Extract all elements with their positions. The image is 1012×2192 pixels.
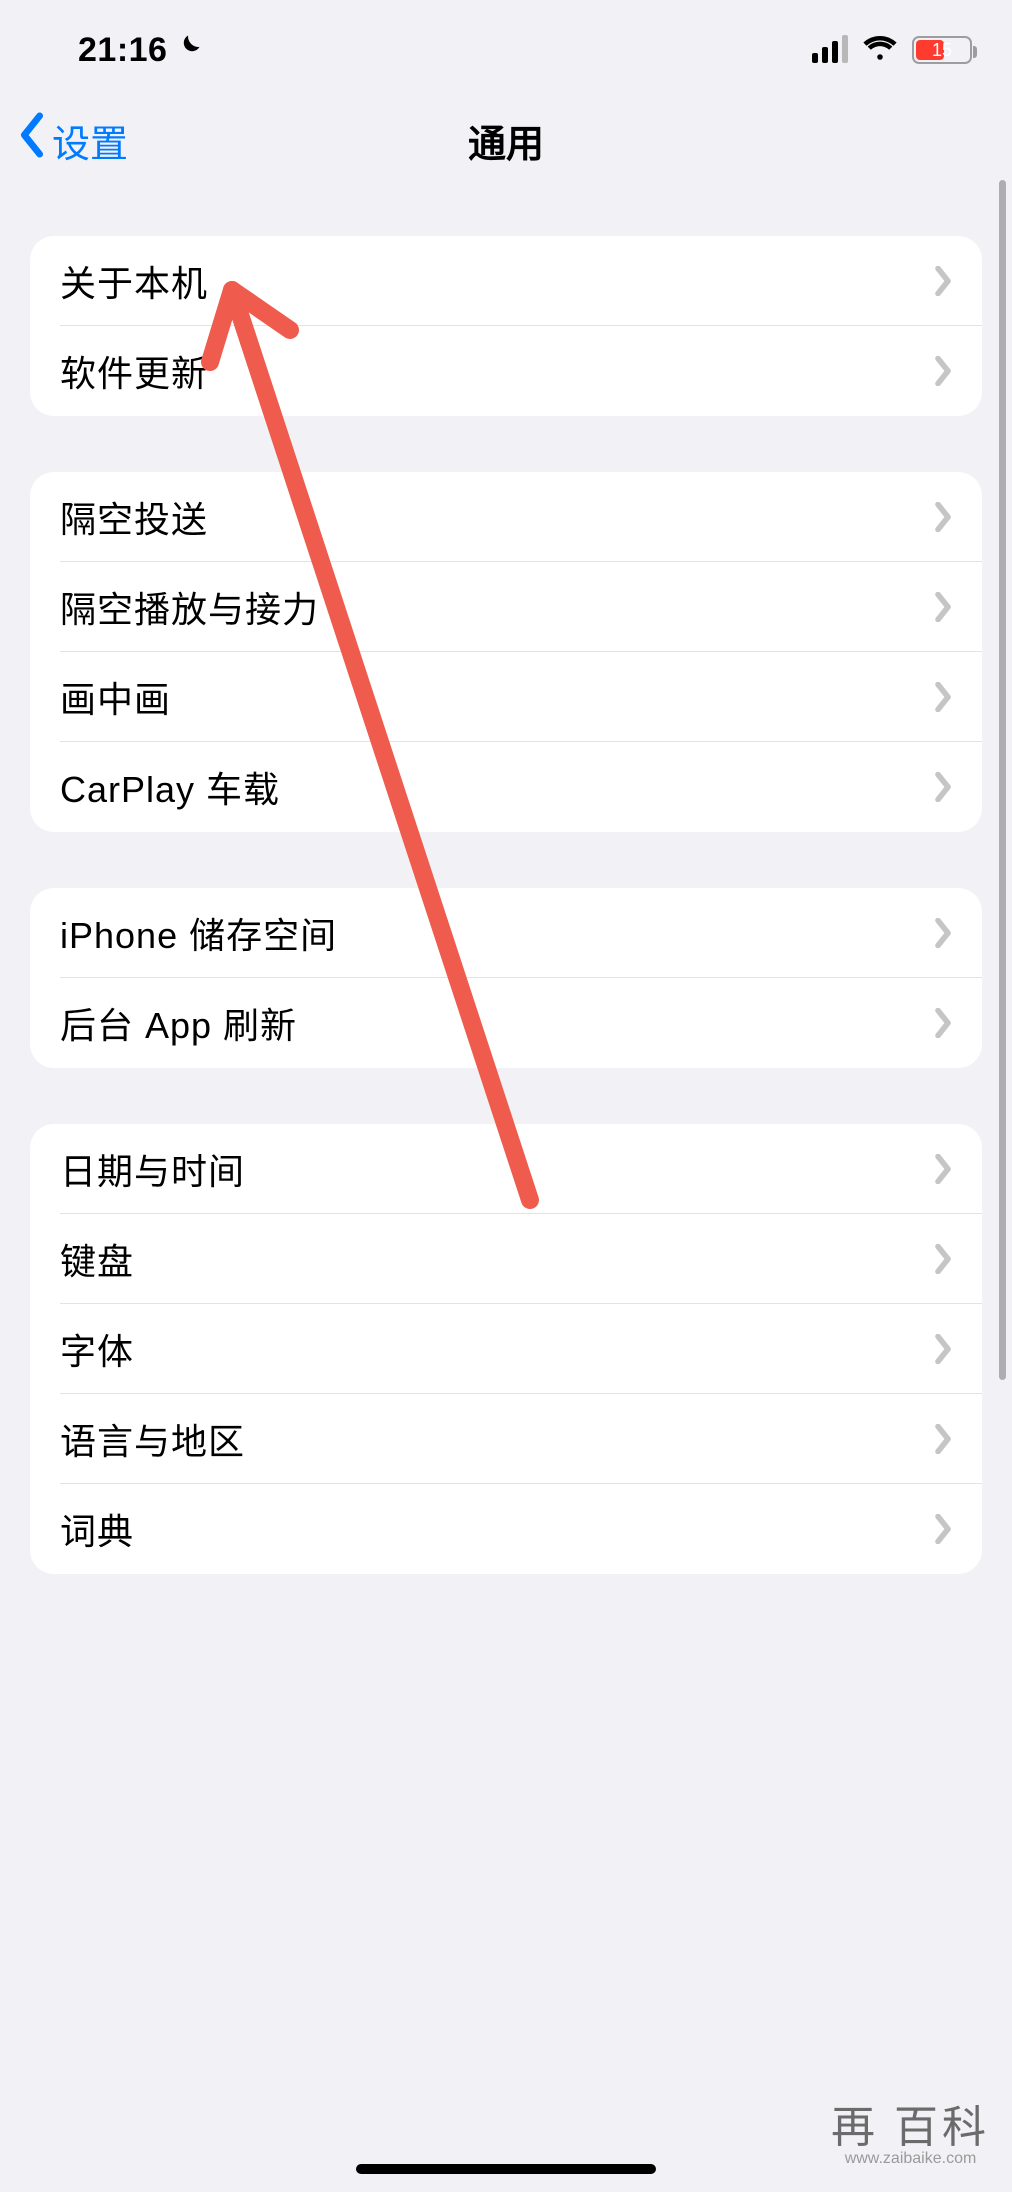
chevron-right-icon — [934, 502, 952, 532]
dnd-moon-icon — [175, 32, 203, 68]
row-label: 语言与地区 — [60, 1413, 245, 1465]
wifi-icon — [862, 34, 898, 67]
row-label: 关于本机 — [60, 255, 208, 307]
watermark-text: 再 百科 — [831, 2105, 990, 2151]
chevron-right-icon — [934, 1424, 952, 1454]
chevron-right-icon — [934, 266, 952, 296]
status-right: 15 — [812, 34, 972, 67]
chevron-right-icon — [934, 592, 952, 622]
status-time: 21:16 — [78, 31, 167, 70]
chevron-right-icon — [934, 1008, 952, 1038]
row-language-region[interactable]: 语言与地区 — [30, 1394, 982, 1484]
page-title: 通用 — [468, 113, 544, 168]
row-label: 日期与时间 — [60, 1143, 245, 1195]
battery-icon: 15 — [912, 36, 972, 64]
chevron-left-icon — [18, 112, 46, 168]
row-label: 字体 — [60, 1323, 134, 1375]
scrollbar[interactable] — [999, 180, 1006, 1380]
settings-group: 隔空投送 隔空播放与接力 画中画 CarPlay 车载 — [30, 472, 982, 832]
chevron-right-icon — [934, 1154, 952, 1184]
chevron-right-icon — [934, 1334, 952, 1364]
row-carplay[interactable]: CarPlay 车载 — [30, 742, 982, 832]
row-about[interactable]: 关于本机 — [30, 236, 982, 326]
row-label: 键盘 — [60, 1233, 134, 1285]
back-button[interactable]: 设置 — [18, 112, 128, 168]
row-label: 后台 App 刷新 — [60, 997, 297, 1049]
battery-percent: 15 — [914, 40, 970, 61]
chevron-right-icon — [934, 1514, 952, 1544]
row-label: 画中画 — [60, 671, 171, 723]
status-left: 21:16 — [78, 31, 203, 70]
chevron-right-icon — [934, 918, 952, 948]
watermark-url: www.zaibaike.com — [831, 2151, 990, 2168]
row-label: 隔空投送 — [60, 491, 208, 543]
row-label: 词典 — [60, 1503, 134, 1555]
row-software-update[interactable]: 软件更新 — [30, 326, 982, 416]
row-date-time[interactable]: 日期与时间 — [30, 1124, 982, 1214]
row-dictionary[interactable]: 词典 — [30, 1484, 982, 1574]
settings-group: 日期与时间 键盘 字体 语言与地区 词典 — [30, 1124, 982, 1574]
chevron-right-icon — [934, 772, 952, 802]
row-keyboard[interactable]: 键盘 — [30, 1214, 982, 1304]
row-background-app-refresh[interactable]: 后台 App 刷新 — [30, 978, 982, 1068]
row-iphone-storage[interactable]: iPhone 储存空间 — [30, 888, 982, 978]
row-airdrop[interactable]: 隔空投送 — [30, 472, 982, 562]
row-label: 软件更新 — [60, 345, 208, 397]
row-label: iPhone 储存空间 — [60, 907, 337, 959]
cellular-signal-icon — [812, 37, 848, 63]
settings-group: iPhone 储存空间 后台 App 刷新 — [30, 888, 982, 1068]
status-bar: 21:16 15 — [0, 0, 1012, 80]
settings-content[interactable]: 关于本机 软件更新 隔空投送 隔空播放与接力 画中画 CarPlay 车载 iP… — [0, 236, 1012, 1574]
row-fonts[interactable]: 字体 — [30, 1304, 982, 1394]
chevron-right-icon — [934, 682, 952, 712]
row-pip[interactable]: 画中画 — [30, 652, 982, 742]
chevron-right-icon — [934, 1244, 952, 1274]
settings-group: 关于本机 软件更新 — [30, 236, 982, 416]
chevron-right-icon — [934, 356, 952, 386]
home-indicator[interactable] — [356, 2164, 656, 2174]
back-label: 设置 — [52, 113, 128, 168]
row-airplay-handoff[interactable]: 隔空播放与接力 — [30, 562, 982, 652]
watermark: 再 百科 www.zaibaike.com — [831, 2105, 990, 2168]
row-label: 隔空播放与接力 — [60, 581, 319, 633]
row-label: CarPlay 车载 — [60, 761, 280, 813]
nav-header: 设置 通用 — [0, 80, 1012, 200]
